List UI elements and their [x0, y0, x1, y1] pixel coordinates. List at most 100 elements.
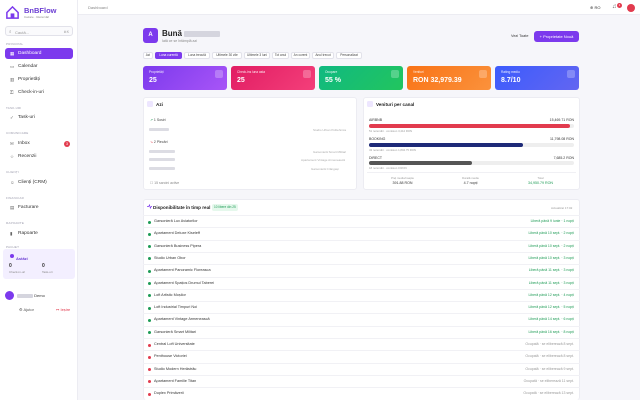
section-tasks: TASK-URI: [6, 106, 22, 110]
sidebar-item-reports[interactable]: ▮ Rapoarte: [5, 228, 73, 239]
kpi-properties-card[interactable]: Proprietăți 25: [143, 66, 227, 90]
stat-label: Durată medie: [462, 176, 479, 180]
greeting-subtitle: Iată ce se întâmplă azi: [162, 39, 198, 43]
filter-chip[interactable]: Personalizat: [336, 52, 362, 59]
availability-row[interactable]: Duplex Primăverii Ocupată · se eliberează…: [143, 387, 580, 399]
sidebar-item-calendar[interactable]: ▭ Calendar: [5, 61, 73, 72]
logout-button[interactable]: ↦ Ieșire: [56, 307, 70, 312]
property-status: Liberă până 10 sept. · 2 nopți: [528, 231, 574, 236]
availability-row[interactable]: Apartament Panoramic Floreasca Liberă pân…: [143, 264, 580, 276]
calendar-icon: [147, 101, 153, 107]
availability-row[interactable]: Garsonieră Business Pipera Liberă până 10…: [143, 239, 580, 252]
add-property-button[interactable]: + Proprietate Nouă: [534, 31, 579, 42]
redacted-guest: [149, 128, 169, 131]
stat-value-total: 34,950.79 RON: [528, 181, 553, 185]
invoice-icon: ▤: [10, 205, 15, 210]
filter-chip[interactable]: Tot anul: [272, 52, 289, 59]
availability-row[interactable]: Penthouse Victoriei Ocupată · se eliberea…: [143, 350, 580, 362]
availability-row[interactable]: Loft Artistic Moșilor Liberă până 12 sept…: [143, 288, 580, 301]
availability-updated: Actualizat 17:02: [551, 206, 573, 210]
sidebar-item-inbox[interactable]: ✉ Inbox 3: [5, 138, 73, 149]
availability-row[interactable]: Studio Urban Obor Liberă până 10 sept. · …: [143, 251, 580, 264]
availability-row[interactable]: Apartament Spațios Drumul Taberei Liberă …: [143, 276, 580, 289]
kpi-value: 8.7/10: [501, 77, 521, 84]
today-tasks[interactable]: ☐ 15 sarcini active: [150, 181, 179, 185]
status-dot: [148, 368, 151, 372]
filter-chip[interactable]: Anul trecut: [312, 52, 334, 59]
availability-row[interactable]: Apartament Familie Titan Ocupată · se eli…: [143, 374, 580, 387]
channel-name: AIRBNB: [369, 118, 383, 122]
kpi-checkins-card[interactable]: Check-ins luna asta 25: [231, 66, 315, 90]
today-checkins: ↗ 1 Sosiri: [150, 118, 166, 122]
sidebar-item-label: Recenzii: [18, 154, 37, 159]
status-dot: [148, 294, 151, 298]
kpi-label: Check-ins luna asta: [237, 70, 265, 74]
status-dot: [148, 306, 151, 310]
stat-label: Total: [537, 176, 544, 180]
availability-row[interactable]: Garsonieră Smart Militari Liberă până 16 …: [143, 325, 580, 338]
availability-row[interactable]: Garsonieră Lux Aviatorilor Liberă până 9 …: [143, 215, 580, 227]
star-icon: [567, 70, 575, 78]
filter-chip[interactable]: Ultimele 30 zile: [212, 52, 242, 59]
bell-icon[interactable]: ♫: [612, 4, 617, 10]
sidebar-item-dashboard[interactable]: ▦ Dashboard: [5, 48, 73, 59]
property-status: Liberă până 16 sept. · 8 nopți: [528, 329, 574, 334]
view-all-link[interactable]: Vezi Toate: [511, 34, 528, 38]
property-name: Garsonieră Smart Militari: [154, 329, 196, 334]
filter-chip[interactable]: Ultimele 3 luni: [244, 52, 270, 59]
kpi-rating-card[interactable]: Rating mediu 8.7/10: [495, 66, 579, 90]
filter-chip-active[interactable]: Luna curentă: [155, 52, 182, 59]
property-name: Apartament Deluxe Kiseleff: [154, 231, 200, 236]
account-avatar[interactable]: [627, 4, 635, 12]
property-name: Garsonieră Business Pipera: [154, 243, 202, 248]
search-input[interactable]: ⌕ Caută... ⌘K: [5, 26, 73, 36]
help-label: Ajutor: [23, 307, 34, 312]
sidebar-item-tasks[interactable]: ✓ Task-uri: [5, 112, 73, 123]
availability-row[interactable]: Central Loft Universitate Ocupată · se el…: [143, 338, 580, 350]
brand-subtitle: Cazare · Rezervări: [24, 15, 50, 19]
filter-chip[interactable]: An curent: [291, 52, 310, 59]
chart-icon: [367, 101, 373, 107]
availability-row[interactable]: Apartament Deluxe Kiseleff Liberă până 10…: [143, 227, 580, 239]
kpi-label: Proprietăți: [149, 70, 164, 74]
section-clients: CLIENȚI: [6, 170, 19, 174]
brand-name: BnBFlow: [24, 6, 57, 15]
channel-value: 7,685.2 RON: [553, 156, 574, 160]
kpi-occupancy-card[interactable]: Ocupare 55 %: [319, 66, 403, 90]
channel-bar-fill: [369, 143, 523, 147]
sidebar-item-invoicing[interactable]: ▤ Facturare: [5, 202, 73, 213]
property-name: Apartament Spațios Drumul Taberei: [154, 280, 215, 285]
inbox-badge: 3: [64, 140, 70, 147]
property-status: Ocupată · se eliberează 8 sept.: [525, 342, 574, 346]
sidebar-item-checkins[interactable]: ⚿ Check-in-uri: [5, 87, 73, 98]
section-communication: COMUNICARE: [6, 131, 29, 135]
property-status: Liberă până 9 iunie · 1 nopți: [530, 219, 574, 223]
activity-tasks-label: Task-uri: [42, 270, 53, 274]
availability-row[interactable]: Loft Industrial Timpuri Noi Liberă până 1…: [143, 301, 580, 313]
divider: [367, 172, 576, 173]
language-selector[interactable]: ⊕ RO: [590, 5, 600, 10]
property-name: Garsonieră Lux Aviatorilor: [154, 219, 198, 223]
topbar: [78, 0, 640, 15]
activity-title: Astăzi: [16, 256, 28, 261]
activity-icon: [147, 204, 152, 209]
sidebar-item-properties[interactable]: ▥ Proprietăți: [5, 74, 73, 85]
redacted-guest: [149, 167, 175, 170]
money-icon: [479, 70, 487, 78]
avatar[interactable]: [5, 291, 14, 300]
kpi-revenue-card[interactable]: Venituri RON 32,979.39: [407, 66, 491, 90]
status-dot: [148, 343, 151, 347]
check-icon: ✓: [10, 115, 14, 120]
sidebar-item-reviews[interactable]: ☆ Recenzii: [5, 151, 73, 162]
help-button[interactable]: ⚙ Ajutor: [19, 307, 34, 312]
kpi-value: 55 %: [325, 77, 341, 84]
sidebar-item-crm[interactable]: ☺ Clienți (CRM): [5, 177, 73, 188]
status-dot: [148, 269, 151, 273]
filter-chip[interactable]: Luna trecută: [184, 52, 210, 59]
pulse-icon: [10, 254, 14, 258]
status-dot: [148, 355, 151, 359]
availability-row[interactable]: Studio Modern Herăstrău Ocupată · se elib…: [143, 362, 580, 375]
availability-row[interactable]: Apartament Vintage Armenească Liberă până…: [143, 313, 580, 325]
filter-chip[interactable]: Azi: [143, 52, 153, 59]
status-dot: [148, 257, 151, 261]
